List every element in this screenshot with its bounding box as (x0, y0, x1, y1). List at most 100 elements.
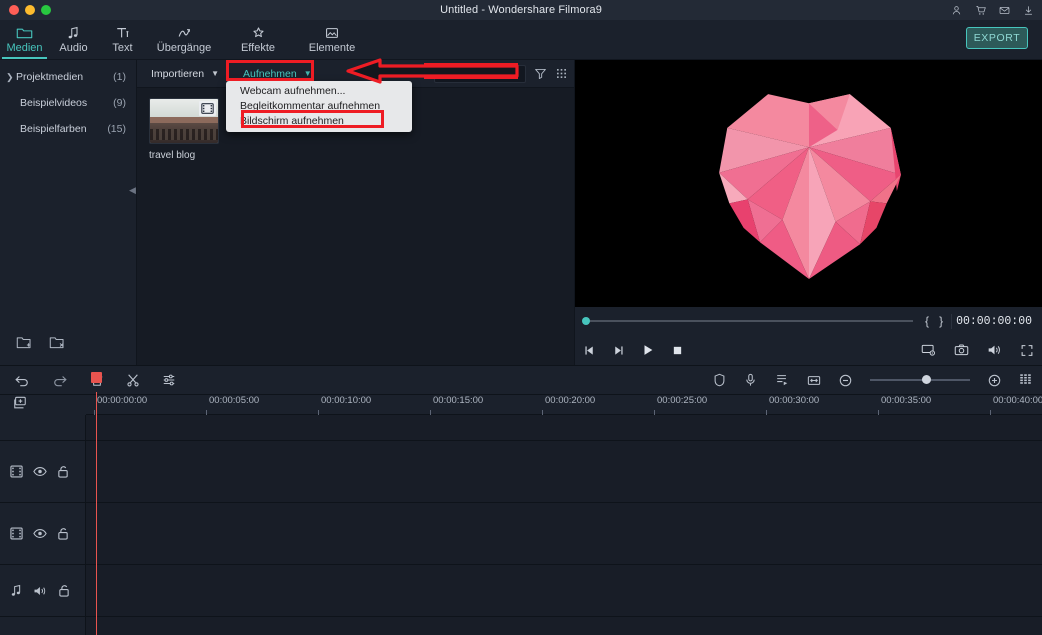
import-button[interactable]: Importieren ▼ (145, 66, 225, 82)
timeline-zoom-handle[interactable] (922, 375, 931, 384)
split-icon[interactable] (126, 373, 140, 387)
media-toolbar-right: Suchen (434, 64, 568, 83)
export-button[interactable]: EXPORT (966, 27, 1028, 49)
music-note-icon (66, 25, 81, 40)
download-icon[interactable] (1023, 5, 1034, 16)
snapshot-icon[interactable] (954, 343, 969, 357)
ruler-tick: 00:00:00:00 (94, 395, 147, 415)
playhead-handle[interactable] (91, 372, 102, 383)
color-shield-icon[interactable] (713, 373, 726, 387)
chevron-right-icon: ❯ (6, 71, 14, 82)
menu-item-webcam-aufnehmen[interactable]: Webcam aufnehmen... (226, 84, 412, 99)
timeline-tracks[interactable] (0, 415, 1042, 635)
fullscreen-icon[interactable] (1020, 344, 1034, 357)
mark-out-button[interactable]: } (937, 314, 945, 328)
filmora-window: Untitled - Wondershare Filmora9 Medien A… (0, 0, 1042, 635)
tab-uebergaenge[interactable]: Übergänge (147, 20, 221, 59)
fit-timeline-icon[interactable] (807, 374, 821, 387)
speaker-icon[interactable] (33, 585, 48, 597)
film-icon[interactable] (10, 465, 23, 478)
marker-icon[interactable] (775, 373, 789, 387)
video-preview[interactable] (575, 60, 1042, 307)
scrubber-row: { } 00:00:00:00 (575, 307, 1042, 335)
adjust-icon[interactable] (162, 373, 176, 387)
menu-item-begleitkommentar-aufnehmen[interactable]: Begleitkommentar aufnehmen (226, 99, 412, 114)
microphone-icon[interactable] (744, 373, 757, 387)
track-spacer (0, 415, 1042, 441)
next-frame-icon[interactable] (612, 344, 625, 357)
transport-row (575, 335, 1042, 365)
cart-icon[interactable] (975, 5, 986, 16)
sidebar-item-projektmedien[interactable]: ❯ Projektmedien (1) (0, 64, 136, 90)
filter-icon[interactable] (534, 67, 547, 80)
zoom-out-icon[interactable] (839, 374, 852, 387)
media-item-travel-blog[interactable]: travel blog (149, 98, 225, 161)
sidebar-item-beispielvideos[interactable]: Beispielvideos (9) (0, 90, 136, 116)
play-icon[interactable] (641, 343, 655, 357)
search-box[interactable]: Suchen (434, 64, 526, 83)
unlock-icon-2[interactable] (57, 527, 69, 540)
display-settings-icon[interactable] (921, 343, 936, 357)
track-spacer-body[interactable] (86, 415, 1042, 440)
elements-icon (324, 25, 340, 40)
tab-uebergaenge-label: Übergänge (156, 42, 212, 54)
ruler-tick: 00:00:40:00 (990, 395, 1042, 415)
film-icon-2[interactable] (10, 527, 23, 540)
tab-audio-label: Audio (59, 42, 88, 54)
undo-icon[interactable] (14, 373, 30, 387)
track-row-empty (0, 617, 1042, 635)
record-button[interactable]: Aufnehmen ▼ (237, 66, 318, 82)
tab-medien[interactable]: Medien (0, 20, 49, 59)
tab-elemente[interactable]: Elemente (295, 20, 369, 59)
music-icon[interactable] (10, 584, 23, 597)
film-strip-icon (199, 101, 216, 116)
track-row-video-1 (0, 441, 1042, 503)
record-dropdown-menu[interactable]: Webcam aufnehmen... Begleitkommentar auf… (226, 81, 412, 132)
text-icon (115, 25, 130, 40)
account-icon[interactable] (951, 5, 962, 16)
transition-icon (176, 25, 192, 40)
track-head-audio (0, 565, 86, 616)
grid-view-icon[interactable] (555, 67, 568, 80)
ruler-tick: 00:00:20:00 (542, 395, 595, 415)
track-body-video-2[interactable] (86, 503, 1042, 564)
upper-region: ❯ Projektmedien (1) Beispielvideos (9) B… (0, 60, 1042, 365)
track-body-video-1[interactable] (86, 441, 1042, 502)
search-input[interactable]: Suchen (453, 68, 485, 79)
add-track-icon[interactable] (12, 396, 28, 415)
new-folder-icon[interactable] (16, 335, 33, 355)
zoom-in-icon[interactable] (988, 374, 1001, 387)
track-body-empty[interactable] (86, 617, 1042, 635)
tab-audio[interactable]: Audio (49, 20, 98, 59)
menu-item-bildschirm-aufnehmen[interactable]: Bildschirm aufnehmen (226, 114, 412, 129)
redo-icon[interactable] (52, 373, 68, 387)
search-icon (440, 68, 449, 80)
timeline-ruler[interactable]: 00:00:00:00 00:00:05:00 00:00:10:00 00:00:1… (0, 395, 1042, 415)
prev-frame-icon[interactable] (583, 344, 596, 357)
ruler-tick: 00:00:05:00 (206, 395, 259, 415)
folder-icon (16, 25, 33, 40)
sidebar-item-beispielfarben[interactable]: Beispielfarben (15) (0, 116, 136, 142)
unlock-icon-3[interactable] (58, 584, 70, 597)
render-preview-icon[interactable] (1019, 373, 1032, 387)
track-row-video-2 (0, 503, 1042, 565)
volume-icon[interactable] (987, 343, 1002, 357)
mail-icon[interactable] (999, 5, 1010, 16)
effects-icon (251, 25, 266, 40)
ruler-tick: 00:00:30:00 (766, 395, 819, 415)
panel-collapse-handle[interactable]: ◀ (129, 185, 136, 196)
title-bar-icons (951, 0, 1034, 20)
sidebar-item-beispielfarben-count: (15) (107, 123, 126, 135)
unlock-icon[interactable] (57, 465, 69, 478)
tab-effekte[interactable]: Effekte (221, 20, 295, 59)
eye-icon-2[interactable] (33, 528, 47, 539)
mark-in-button[interactable]: { (923, 314, 931, 328)
track-body-audio[interactable] (86, 565, 1042, 616)
tab-text[interactable]: Text (98, 20, 147, 59)
timeline-zoom-slider[interactable] (870, 375, 970, 384)
scrubber-handle[interactable] (582, 317, 590, 325)
stop-icon[interactable] (671, 344, 684, 357)
delete-folder-icon[interactable] (49, 335, 66, 355)
playback-scrubber[interactable] (582, 317, 914, 325)
eye-icon[interactable] (33, 466, 47, 477)
